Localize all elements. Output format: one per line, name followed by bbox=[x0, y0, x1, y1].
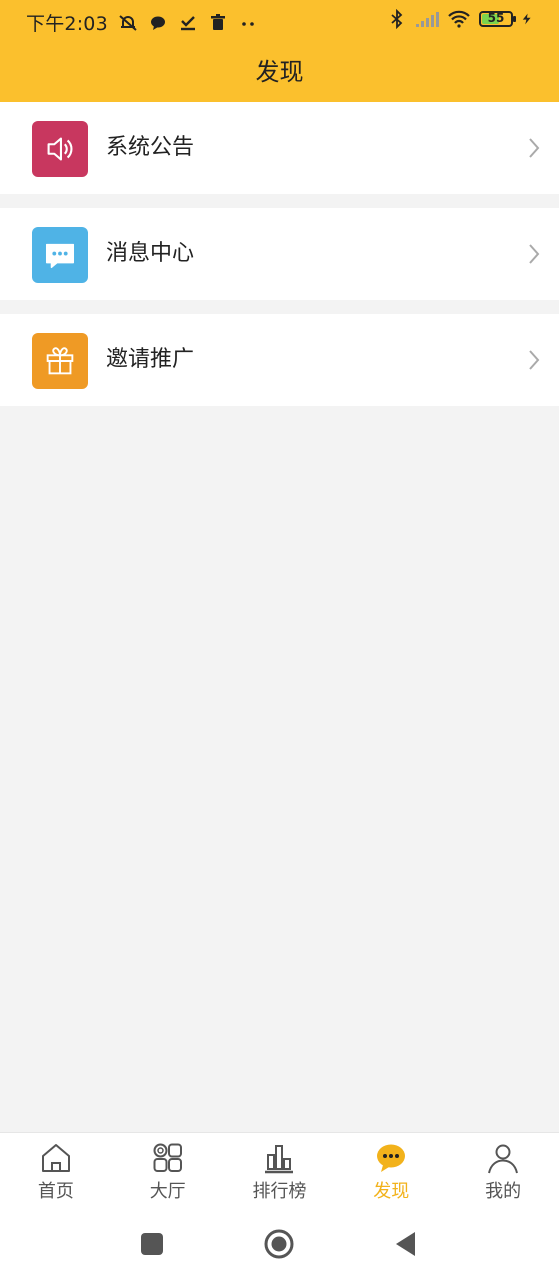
chevron-right-icon bbox=[529, 350, 540, 370]
menu-item-messages[interactable]: 消息中心 bbox=[0, 208, 559, 300]
menu-item-label: 邀请推广 bbox=[106, 347, 195, 372]
nav-label: 大厅 bbox=[149, 1181, 186, 1202]
nav-item-discover[interactable]: 发现 bbox=[335, 1133, 447, 1209]
speaker-icon bbox=[32, 121, 88, 177]
home-icon bbox=[41, 1144, 70, 1172]
nav-item-home[interactable]: 首页 bbox=[0, 1133, 112, 1209]
discover-chat-icon bbox=[377, 1144, 406, 1172]
gift-icon bbox=[32, 333, 88, 389]
signal-icon bbox=[416, 12, 439, 27]
nav-label: 首页 bbox=[37, 1181, 74, 1202]
bottom-nav: 首页 大厅 排行榜 发现 我的 bbox=[0, 1132, 559, 1209]
menu-item-invite[interactable]: 邀请推广 bbox=[0, 314, 559, 406]
nav-item-profile[interactable]: 我的 bbox=[447, 1133, 559, 1209]
check-icon bbox=[180, 15, 195, 30]
battery-level: 55 bbox=[487, 11, 505, 25]
home-circle-icon[interactable] bbox=[263, 1228, 295, 1260]
battery-icon: 55 bbox=[479, 11, 516, 27]
menu-item-announcement[interactable]: 系统公告 bbox=[0, 102, 559, 194]
status-bar: 下午2:03 55 bbox=[0, 0, 559, 42]
mute-bell-icon bbox=[119, 14, 137, 31]
profile-icon bbox=[488, 1144, 519, 1174]
wifi-icon bbox=[448, 10, 470, 28]
page-title: 发现 bbox=[255, 58, 304, 86]
status-right: 55 bbox=[387, 9, 533, 29]
bluetooth-icon bbox=[391, 9, 403, 29]
chevron-right-icon bbox=[529, 138, 540, 158]
trash-icon bbox=[210, 13, 225, 30]
recent-apps-icon[interactable] bbox=[136, 1228, 168, 1260]
nav-item-ranking[interactable]: 排行榜 bbox=[224, 1133, 336, 1209]
status-time: 下午2:03 bbox=[26, 13, 108, 35]
nav-label: 我的 bbox=[485, 1181, 522, 1202]
chevron-right-icon bbox=[529, 244, 540, 264]
header: 下午2:03 55 发现 bbox=[0, 0, 559, 102]
nav-label: 发现 bbox=[373, 1181, 410, 1202]
system-nav-bar bbox=[0, 1208, 559, 1280]
ranking-icon bbox=[265, 1145, 294, 1174]
nav-item-hall[interactable]: 大厅 bbox=[112, 1133, 224, 1209]
nav-label: 排行榜 bbox=[252, 1181, 307, 1202]
grid-icon bbox=[153, 1143, 182, 1172]
menu-item-label: 系统公告 bbox=[106, 135, 195, 160]
charging-icon bbox=[522, 13, 531, 25]
menu-item-label: 消息中心 bbox=[106, 241, 195, 266]
status-left: 下午2:03 bbox=[26, 9, 258, 36]
message-icon bbox=[32, 227, 88, 283]
app-screen: 下午2:03 55 发现 系统公告 消息中心 邀请推广 首页 大厅 排行榜 发现… bbox=[0, 0, 559, 1280]
back-icon[interactable] bbox=[390, 1228, 422, 1260]
chat-bubble-icon bbox=[150, 16, 165, 30]
more-dots-icon bbox=[242, 21, 254, 26]
